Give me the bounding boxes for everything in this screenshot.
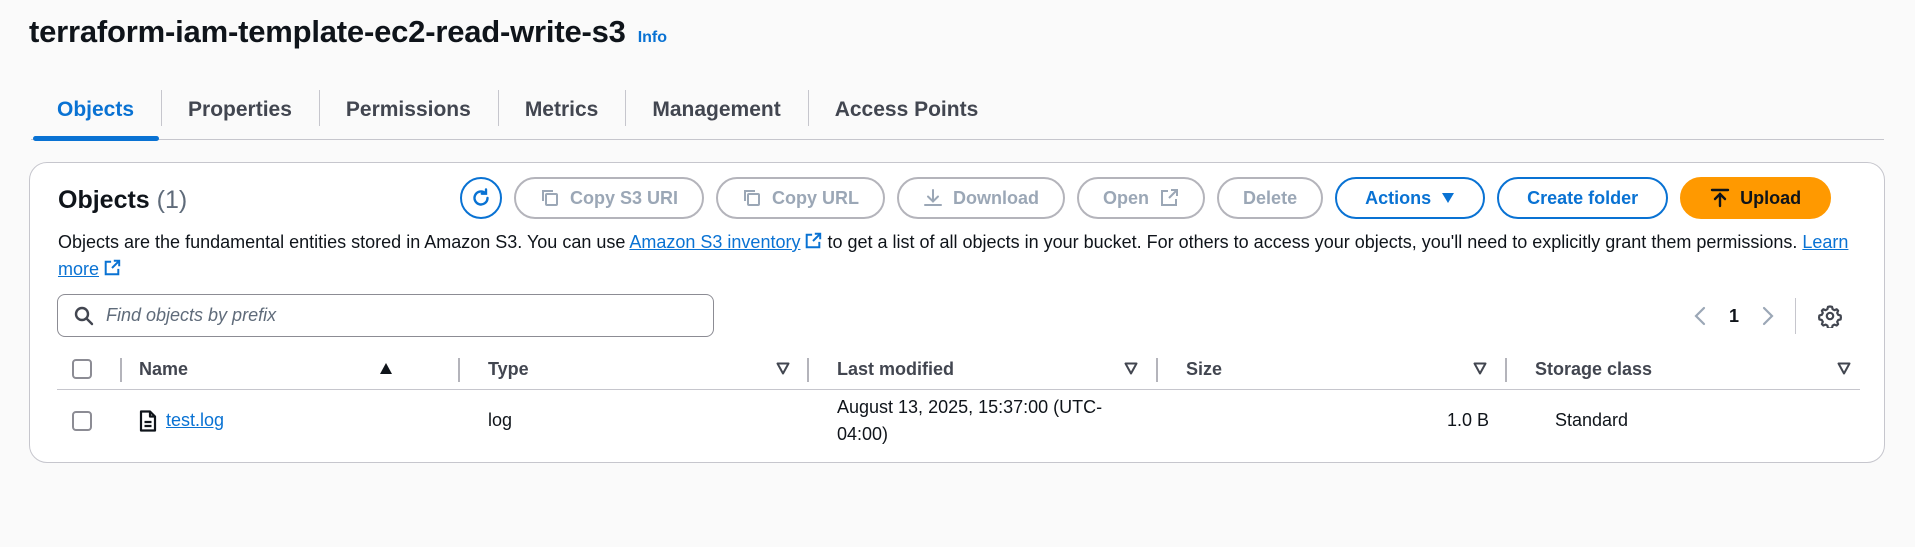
tab-properties[interactable]: Properties xyxy=(161,88,319,140)
external-link-icon xyxy=(104,259,121,276)
delete-button[interactable]: Delete xyxy=(1217,177,1324,219)
description-text: Objects are the fundamental entities sto… xyxy=(58,232,630,252)
tab-label: Access Points xyxy=(834,98,979,121)
tab-permissions[interactable]: Permissions xyxy=(318,88,498,140)
objects-toolbar: Copy S3 URI Copy URL Download Open Delet… xyxy=(460,177,1832,219)
create-folder-button[interactable]: Create folder xyxy=(1497,177,1669,219)
tab-label: Permissions xyxy=(345,98,471,121)
open-label: Open xyxy=(1103,187,1150,208)
page-header: terraform-iam-template-ec2-read-write-s3… xyxy=(29,14,667,50)
copy-s3-uri-button[interactable]: Copy S3 URI xyxy=(514,177,705,219)
delete-label: Delete xyxy=(1243,187,1298,208)
copy-s3-uri-label: Copy S3 URI xyxy=(570,187,679,208)
refresh-icon xyxy=(473,188,489,206)
panel-title: Objects (1) xyxy=(58,186,187,215)
column-header-last-modified[interactable]: Last modified xyxy=(837,349,954,389)
tab-label: Management xyxy=(652,98,781,121)
object-type: log xyxy=(488,410,513,430)
external-link-icon xyxy=(806,232,822,249)
column-header-storage-class[interactable]: Storage class xyxy=(1535,349,1652,389)
search-icon xyxy=(74,306,94,325)
tab-label: Metrics xyxy=(524,98,599,121)
file-icon xyxy=(139,410,157,432)
upload-label: Upload xyxy=(1740,187,1802,208)
tab-label: Objects xyxy=(57,98,135,121)
sort-icon[interactable] xyxy=(776,362,790,375)
column-header-name[interactable]: Name xyxy=(139,349,188,389)
select-all-checkbox[interactable] xyxy=(72,359,92,379)
tab-management[interactable]: Management xyxy=(625,88,807,140)
open-button[interactable]: Open xyxy=(1077,177,1206,219)
copy-icon xyxy=(542,190,558,206)
sort-ascending-icon[interactable] xyxy=(379,362,393,375)
column-header-size[interactable]: Size xyxy=(1186,349,1222,389)
sort-icon[interactable] xyxy=(1124,362,1138,375)
search-input[interactable] xyxy=(104,295,713,336)
copy-icon xyxy=(744,190,761,206)
table-header: Name Type Last modified Size Storage cla… xyxy=(57,349,1860,390)
row-checkbox[interactable] xyxy=(72,411,92,431)
pagination: 1 xyxy=(1693,298,1843,334)
tab-objects[interactable]: Objects xyxy=(31,88,161,141)
chevron-right-icon[interactable] xyxy=(1761,305,1775,327)
copy-url-label: Copy URL xyxy=(772,187,860,208)
actions-dropdown-button[interactable]: Actions xyxy=(1335,177,1486,219)
s3-inventory-label: Amazon S3 inventory xyxy=(629,232,801,252)
tab-metrics[interactable]: Metrics xyxy=(497,88,626,140)
refresh-button[interactable] xyxy=(460,177,502,219)
page-number[interactable]: 1 xyxy=(1729,306,1739,327)
panel-title-text: Objects xyxy=(58,186,150,214)
actions-label: Actions xyxy=(1365,187,1432,208)
download-label: Download xyxy=(953,187,1040,208)
objects-panel: Objects (1) Copy S3 URI Copy URL Downloa… xyxy=(29,162,1885,463)
pagination-divider xyxy=(1795,298,1797,334)
page-title: terraform-iam-template-ec2-read-write-s3 xyxy=(29,14,626,49)
copy-url-button[interactable]: Copy URL xyxy=(716,177,886,219)
upload-button[interactable]: Upload xyxy=(1680,177,1832,219)
object-name-link[interactable]: test.log xyxy=(166,407,224,434)
column-separator xyxy=(1156,358,1158,382)
download-icon xyxy=(924,189,943,206)
object-storage-class: Standard xyxy=(1555,410,1629,430)
caret-down-icon xyxy=(1442,193,1455,203)
sort-icon[interactable] xyxy=(1837,362,1851,375)
tab-access-points[interactable]: Access Points xyxy=(807,88,1006,140)
object-size: 1.0 B xyxy=(1446,410,1489,430)
column-separator xyxy=(1505,358,1507,382)
column-separator xyxy=(120,358,122,382)
chevron-left-icon[interactable] xyxy=(1693,305,1707,327)
objects-description: Objects are the fundamental entities sto… xyxy=(58,229,1858,283)
column-separator xyxy=(458,358,460,382)
object-count: (1) xyxy=(156,186,188,214)
download-button[interactable]: Download xyxy=(897,177,1066,219)
upload-icon xyxy=(1710,188,1730,208)
tab-bar: Objects Properties Permissions Metrics M… xyxy=(31,88,1884,141)
column-header-type[interactable]: Type xyxy=(488,349,529,389)
object-last-modified: August 13, 2025, 15:37:00 (UTC-04:00) xyxy=(837,397,1103,444)
gear-icon[interactable] xyxy=(1818,304,1843,328)
create-folder-label: Create folder xyxy=(1527,187,1639,208)
column-separator xyxy=(807,358,809,382)
search-box xyxy=(57,294,714,337)
table-row[interactable]: test.log log August 13, 2025, 15:37:00 (… xyxy=(57,390,1860,452)
tab-label: Properties xyxy=(188,98,292,121)
s3-inventory-link[interactable]: Amazon S3 inventory xyxy=(629,232,822,252)
description-text: to get a list of all objects in your buc… xyxy=(822,232,1803,252)
sort-icon[interactable] xyxy=(1473,362,1487,375)
external-link-icon xyxy=(1161,189,1179,206)
info-link[interactable]: Info xyxy=(638,29,667,47)
